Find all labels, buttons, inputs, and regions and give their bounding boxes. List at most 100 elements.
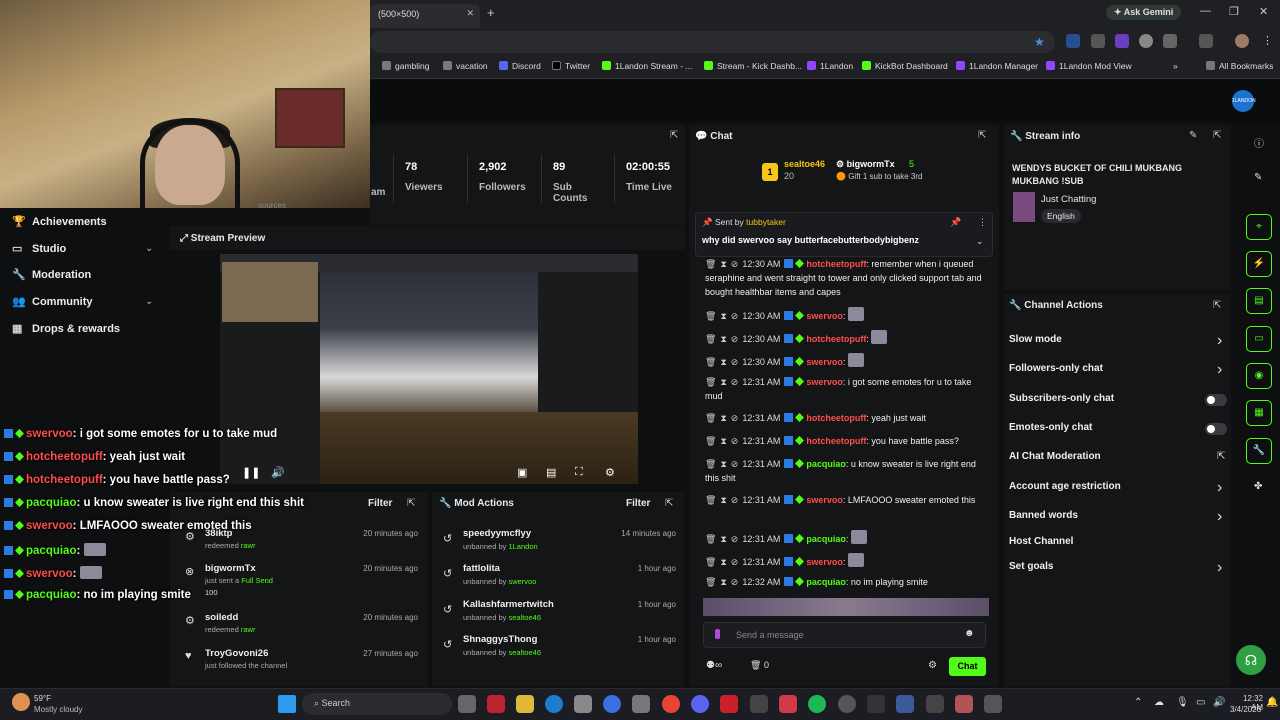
emoji-icon[interactable]: ☻ <box>964 628 975 639</box>
close-window-icon[interactable]: ✕ <box>1259 5 1268 18</box>
expand-icon[interactable]: ⇱ <box>1213 130 1221 141</box>
ban-icon[interactable]: ⊘ <box>731 557 739 567</box>
mod-target[interactable]: fattlolita <box>463 563 500 574</box>
activity-name[interactable]: soiledd <box>205 612 238 623</box>
category-name[interactable]: Just Chatting <box>1041 194 1096 205</box>
weather-temp[interactable]: 59°F <box>34 694 51 703</box>
timeout-icon[interactable]: ⧗ <box>720 357 726 367</box>
settings-app-icon[interactable] <box>632 695 650 713</box>
ban-icon[interactable]: ⊘ <box>731 436 739 446</box>
timeout-icon[interactable]: ⧗ <box>720 311 726 321</box>
trash-icon[interactable]: 🗑 <box>705 357 716 367</box>
expand-icon[interactable]: ⇱ <box>407 498 415 509</box>
profile-avatar[interactable] <box>1235 34 1249 48</box>
volume-icon[interactable]: 🔊 <box>271 466 285 479</box>
chat-message[interactable]: 🗑 ⧗ ⊘ 12:30 AM swervoo: <box>705 307 990 323</box>
sidebar-item-drops[interactable]: ▦ Drops & rewards <box>12 322 120 335</box>
chevron-right-icon[interactable]: › <box>1217 332 1222 350</box>
mic-icon[interactable]: 🎙 <box>1176 697 1189 708</box>
app-icon[interactable] <box>603 695 621 713</box>
chevron-right-icon[interactable]: › <box>1217 479 1222 497</box>
toggle-switch[interactable] <box>1205 423 1227 435</box>
support-headset-button[interactable]: ☊ <box>1236 645 1266 675</box>
trash-icon[interactable]: 🗑 <box>705 377 716 387</box>
rail-button-target[interactable]: ⌖ <box>1246 214 1272 240</box>
rail-button-printer[interactable]: ▦ <box>1246 400 1272 426</box>
app-icon[interactable] <box>984 695 1002 713</box>
puzzle-icon[interactable] <box>1163 34 1177 48</box>
chat-message[interactable]: 🗑 ⧗ ⊘ 12:31 AM pacquiao: u know sweater is l… <box>705 457 990 485</box>
ban-icon[interactable]: ⊘ <box>731 459 739 469</box>
channel-action-item[interactable]: Set goals <box>1009 561 1053 572</box>
trash-icon[interactable]: 🗑 <box>705 577 716 587</box>
chat-message[interactable]: 🗑 ⧗ ⊘ 12:32 AM pacquiao: no im playing smite <box>705 575 990 589</box>
maximize-icon[interactable]: ❐ <box>1229 5 1239 18</box>
activity-name[interactable]: TroyGovoni26 <box>205 648 268 659</box>
bookmark-star-icon[interactable]: ★ <box>1034 35 1045 49</box>
channel-action-item[interactable]: Banned words <box>1009 510 1078 521</box>
chat-message[interactable]: 🗑 ⧗ ⊘ 12:31 AM hotcheetopuff: yeah just wait <box>705 411 990 425</box>
ban-icon[interactable]: ⊘ <box>731 377 739 387</box>
browser-tab[interactable]: (500×500) ✕ <box>370 4 480 28</box>
chat-message[interactable]: 🗑 ⧗ ⊘ 12:30 AM hotcheetopuff: <box>705 330 990 346</box>
timeout-icon[interactable]: ⧗ <box>720 577 726 587</box>
ban-icon[interactable]: ⊘ <box>731 577 739 587</box>
rail-button-chat[interactable]: ▭ <box>1246 326 1272 352</box>
timeout-icon[interactable]: ⧗ <box>720 557 726 567</box>
channel-action-item[interactable]: AI Chat Moderation <box>1009 451 1101 462</box>
expand-icon[interactable]: ⇱ <box>1213 300 1221 311</box>
app-icon[interactable] <box>867 695 885 713</box>
channel-action-item[interactable]: Subscribers-only chat <box>1009 393 1114 404</box>
chat-message[interactable]: 🗑 ⧗ ⊘ 12:31 AM swervoo: i got some emotes fo… <box>705 375 990 403</box>
all-bookmarks[interactable]: All Bookmarks <box>1206 61 1273 71</box>
fullscreen-icon[interactable]: ⛶ <box>575 466 583 479</box>
mod-target[interactable]: speedyymcflyy <box>463 528 531 539</box>
timeout-icon[interactable]: ⧗ <box>720 436 726 446</box>
obs-icon[interactable] <box>838 695 856 713</box>
trash-icon[interactable]: 🗑 <box>705 436 716 446</box>
ban-icon[interactable]: ⊘ <box>731 495 739 505</box>
timeout-icon[interactable]: ⧗ <box>720 459 726 469</box>
chat-message[interactable]: 🗑 ⧗ ⊘ 12:31 AM hotcheetopuff: you have battl… <box>705 434 990 448</box>
ban-icon[interactable]: ⊘ <box>731 534 739 544</box>
apps-icon[interactable]: ✤ <box>1254 481 1262 492</box>
mod-target[interactable]: Kallashfarmertwitch <box>463 599 554 610</box>
trash-icon[interactable]: 🗑 <box>705 413 716 423</box>
channel-action-item[interactable]: Account age restriction <box>1009 481 1121 492</box>
sidebar-item-achievements[interactable]: 🏆 Achievements <box>12 215 107 228</box>
pip-icon[interactable]: ▣ <box>517 466 527 479</box>
trash-icon[interactable]: 🗑 <box>705 334 716 344</box>
users-icon[interactable]: ⚉∞ <box>706 660 722 671</box>
expand-icon[interactable]: ⇱ <box>978 130 986 141</box>
mod-filter-button[interactable]: Filter <box>626 498 650 509</box>
store-icon[interactable] <box>574 695 592 713</box>
app-icon[interactable] <box>750 695 768 713</box>
app-icon[interactable] <box>487 695 505 713</box>
gifter-2[interactable]: ⚙ bigwormTx <box>836 159 895 170</box>
extension-icon[interactable] <box>1091 34 1105 48</box>
pin-menu-icon[interactable]: ⋮ <box>978 217 987 228</box>
timeout-icon[interactable]: ⧗ <box>720 334 726 344</box>
chat-settings-icon[interactable]: ⚙ <box>928 660 937 671</box>
trash-icon[interactable]: 🗑 <box>705 557 716 567</box>
chat-message[interactable]: 🗑 ⧗ ⊘ 12:31 AM pacquiao: <box>705 530 990 546</box>
edit-icon[interactable]: ✎ <box>1189 130 1197 141</box>
info-icon[interactable]: ⓘ <box>1254 135 1264 150</box>
chat-message[interactable]: 🗑 ⧗ ⊘ 12:31 AM swervoo: LMFAOOO sweater emot… <box>705 493 990 507</box>
ban-icon[interactable]: ⊘ <box>731 413 739 423</box>
network-icon[interactable]: ☁ <box>1154 697 1164 708</box>
emote-bar[interactable] <box>703 598 989 616</box>
bookmark-vacation[interactable]: vacation <box>443 61 488 71</box>
trash-icon[interactable]: 🗑 <box>705 311 716 321</box>
taskbar-search[interactable]: ⌕ Search <box>302 693 452 715</box>
trash-icon[interactable]: 🗑 <box>705 259 716 269</box>
twitch-extension-icon[interactable] <box>1115 34 1129 48</box>
timeout-icon[interactable]: ⧗ <box>720 495 726 505</box>
theater-icon[interactable]: ▤ <box>546 466 556 479</box>
ask-gemini-button[interactable]: ✦ Ask Gemini <box>1106 5 1182 20</box>
chat-message[interactable]: 🗑 ⧗ ⊘ 12:30 AM hotcheetopuff: remember when … <box>705 257 990 299</box>
tray-overflow-icon[interactable]: ⌃ <box>1134 697 1142 708</box>
activity-filter-button[interactable]: Filter <box>368 498 392 509</box>
channel-action-item[interactable]: Emotes-only chat <box>1009 422 1092 433</box>
ban-icon[interactable]: ⊘ <box>731 311 739 321</box>
